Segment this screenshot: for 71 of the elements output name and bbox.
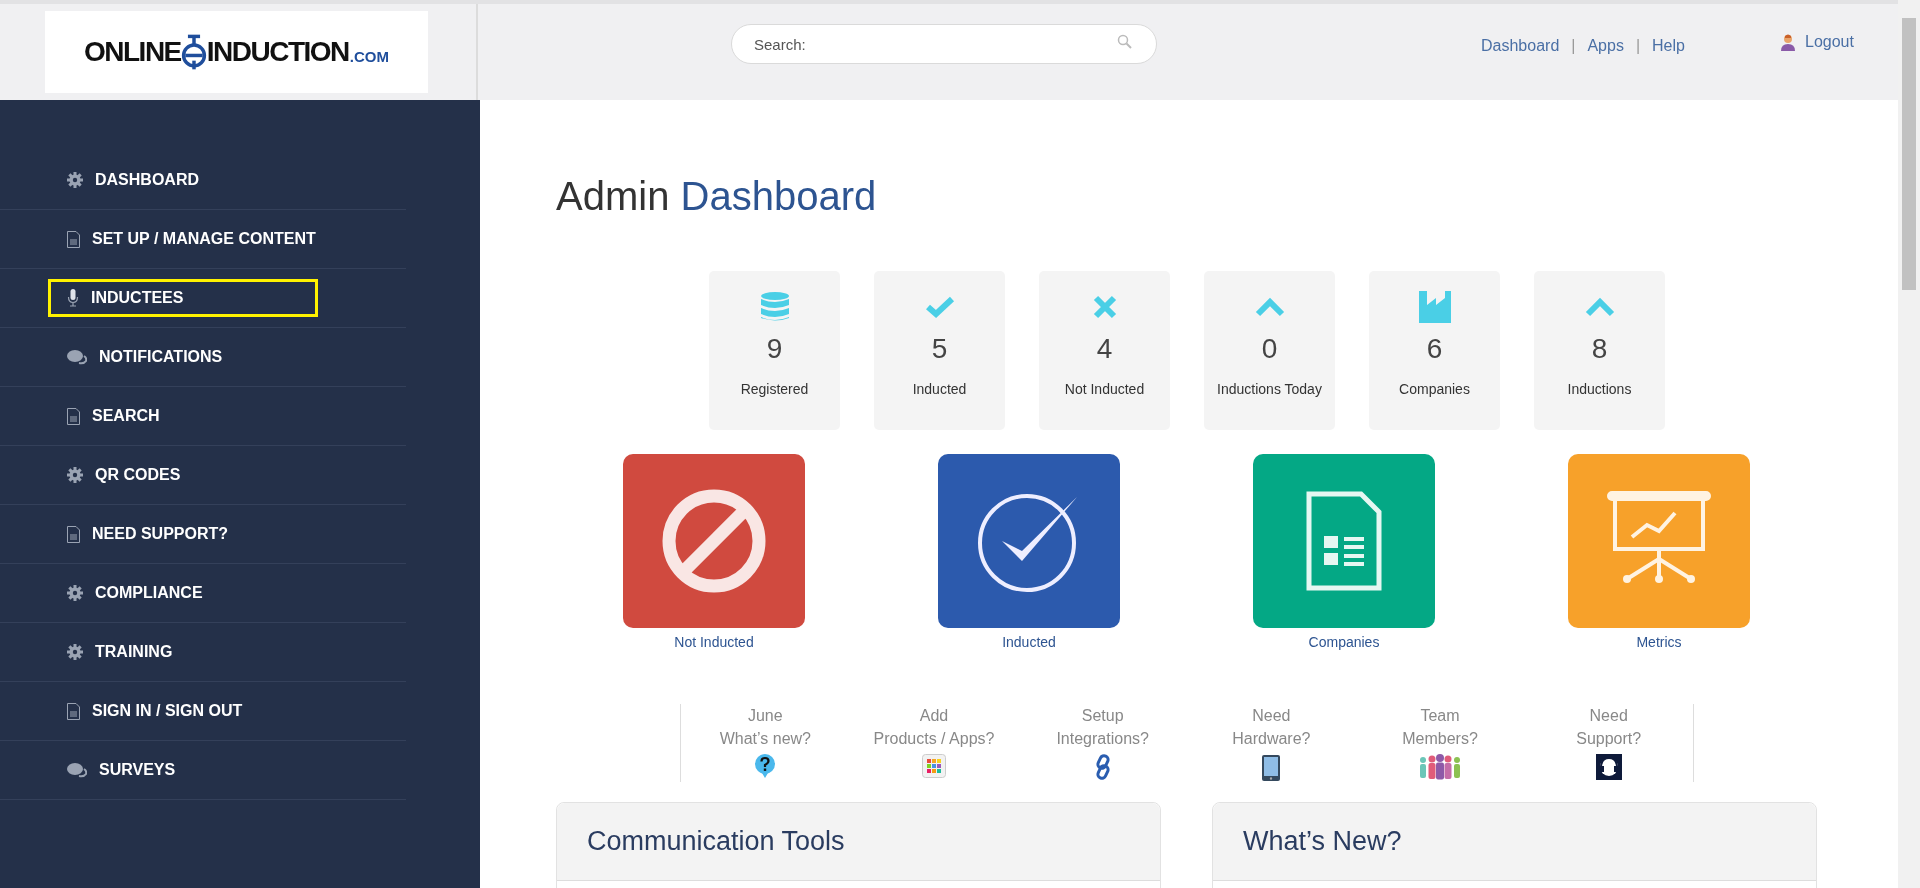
sidebar-item[interactable]: NEED SUPPORT? xyxy=(48,515,318,553)
gear-icon xyxy=(67,585,83,601)
stat-label: Not Inducted xyxy=(1064,381,1145,397)
tile-link[interactable]: Inducted xyxy=(1002,634,1056,650)
user-icon xyxy=(1781,33,1795,51)
page-title: Admin Dashboard xyxy=(556,174,877,219)
factory-icon xyxy=(1418,291,1451,323)
stat-value: 9 xyxy=(766,333,783,365)
info-topic-link[interactable]: Need Support? xyxy=(1576,704,1642,750)
tile-button[interactable] xyxy=(938,454,1120,628)
info-topic-link[interactable]: Add Products / Apps? xyxy=(873,704,995,750)
sidebar-item[interactable]: SEARCH xyxy=(48,397,318,435)
tablet-icon xyxy=(1261,754,1282,782)
nav-link[interactable]: Help xyxy=(1652,37,1685,55)
stat-label: Inducted xyxy=(912,381,967,397)
gear-icon xyxy=(67,467,83,483)
document-icon xyxy=(1306,491,1382,591)
sidebar-item[interactable]: SURVEYS xyxy=(48,751,318,789)
team-icon xyxy=(1418,754,1462,780)
question-bubble-icon xyxy=(755,754,776,778)
gear-icon xyxy=(67,644,83,660)
nav-link[interactable]: Apps xyxy=(1587,37,1624,55)
separator: | xyxy=(1571,37,1576,55)
tile-button[interactable] xyxy=(623,454,805,628)
tile-link[interactable]: Metrics xyxy=(1636,634,1682,650)
panel-title: Communication Tools xyxy=(587,826,845,857)
sidebar-item[interactable]: INDUCTEES xyxy=(48,279,318,317)
sidebar-item[interactable]: SIGN IN / SIGN OUT xyxy=(48,692,318,730)
scrollbar[interactable] xyxy=(1898,0,1920,888)
stat-value: 5 xyxy=(931,333,948,365)
panel-title: What’s New? xyxy=(1243,826,1402,857)
nav-link[interactable]: Dashboard xyxy=(1481,37,1560,55)
stat-value: 8 xyxy=(1591,333,1608,365)
info-topic-link[interactable]: Setup Integrations? xyxy=(1056,704,1149,750)
sidebar-item[interactable]: TRAINING xyxy=(48,633,318,671)
document-icon xyxy=(67,230,80,248)
stat-value: 4 xyxy=(1096,333,1113,365)
chat-icon xyxy=(67,762,87,778)
tile-link[interactable]: Not Inducted xyxy=(674,634,754,650)
search-field[interactable]: Search: xyxy=(731,24,1157,64)
sidebar-item[interactable]: NOTIFICATIONS xyxy=(48,338,318,376)
gear-icon xyxy=(67,172,83,188)
stat-label: Inductions Today xyxy=(1217,381,1322,397)
sidebar-item[interactable]: DASHBOARD xyxy=(48,161,318,199)
stat-label: Inductions xyxy=(1567,381,1632,397)
microphone-icon xyxy=(67,289,79,307)
search-icon[interactable] xyxy=(1117,34,1133,50)
tile-link[interactable]: Companies xyxy=(1308,634,1380,650)
logo[interactable]: ONLINE INDUCTION.COM xyxy=(45,11,428,93)
chat-icon xyxy=(67,349,87,365)
tile-button[interactable] xyxy=(1253,454,1435,628)
info-topic-link[interactable]: June What’s new? xyxy=(719,704,811,750)
tile-button[interactable] xyxy=(1568,454,1750,628)
sidebar-item[interactable]: COMPLIANCE xyxy=(48,574,318,612)
sidebar-item[interactable]: SET UP / MANAGE CONTENT xyxy=(48,220,331,258)
stat-label: Registered xyxy=(740,381,809,397)
document-icon xyxy=(67,407,80,425)
stat-value: 6 xyxy=(1426,333,1443,365)
logout-link[interactable]: Logout xyxy=(1805,33,1854,51)
stat-value: 0 xyxy=(1261,333,1278,365)
ban-icon xyxy=(662,489,766,593)
info-topic-link[interactable]: Team Members? xyxy=(1402,704,1478,750)
app-grid-icon xyxy=(922,754,946,778)
document-icon xyxy=(67,702,80,720)
info-topic-link[interactable]: Need Hardware? xyxy=(1232,704,1311,750)
document-icon xyxy=(67,525,80,543)
database-icon xyxy=(760,291,789,323)
stat-label: Companies xyxy=(1399,381,1470,397)
separator: | xyxy=(1635,37,1641,55)
headset-icon xyxy=(1595,754,1622,780)
sidebar-item[interactable]: QR CODES xyxy=(48,456,318,494)
